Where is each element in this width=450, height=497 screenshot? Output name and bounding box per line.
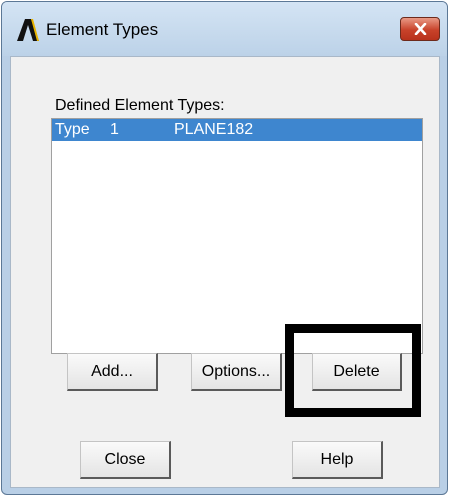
element-types-list[interactable]: Type 1 PLANE182 xyxy=(51,118,423,354)
window-title: Element Types xyxy=(46,20,159,39)
close-button[interactable]: Close xyxy=(80,441,171,479)
window-close-button[interactable] xyxy=(400,17,440,41)
close-icon xyxy=(414,23,427,35)
list-item-type-number: 1 xyxy=(110,121,119,138)
title-bar[interactable]: Element Types xyxy=(2,2,447,56)
list-item-element-name: PLANE182 xyxy=(174,121,254,138)
help-button[interactable]: Help xyxy=(292,441,383,479)
element-types-window: Element Types Defined Element Types: Typ… xyxy=(1,1,448,495)
ansys-logo-icon xyxy=(16,18,40,42)
options-button[interactable]: Options... xyxy=(191,353,282,391)
delete-button[interactable]: Delete xyxy=(312,353,402,391)
list-item-type-1[interactable]: Type 1 PLANE182 xyxy=(52,119,422,141)
defined-element-types-label: Defined Element Types: xyxy=(55,97,225,114)
list-item-type-label: Type xyxy=(55,121,90,138)
dialog-body: Defined Element Types: Type 1 PLANE182 A… xyxy=(10,56,440,488)
add-button[interactable]: Add... xyxy=(67,353,158,391)
